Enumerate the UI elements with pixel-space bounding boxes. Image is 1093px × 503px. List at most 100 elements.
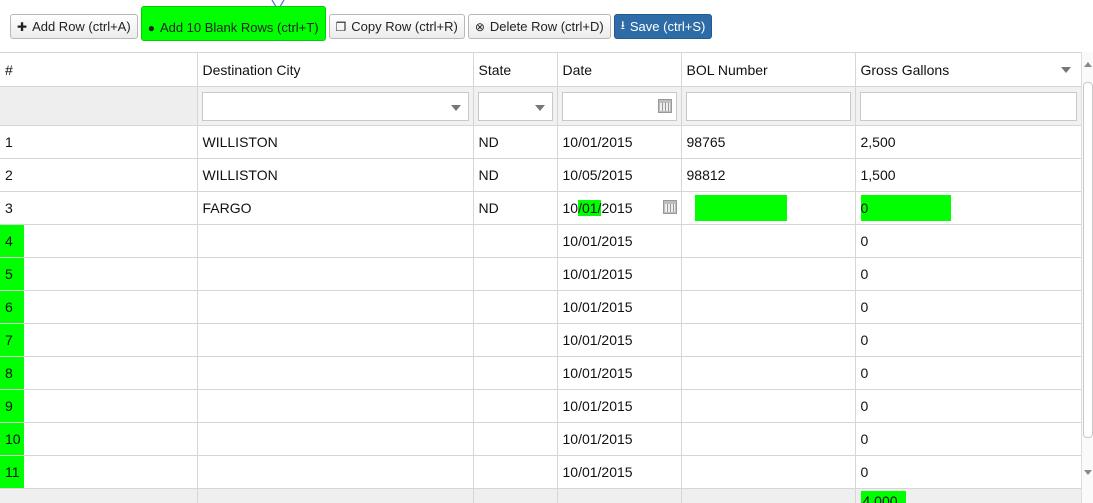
table-row[interactable]: 3 FARGO ND 10/01/2015 0: [0, 191, 1082, 225]
data-grid: # Destination City State Date BOL Number…: [0, 52, 1093, 503]
bol-number-cell[interactable]: [681, 422, 856, 456]
scrollbar-thumb[interactable]: [1083, 82, 1093, 438]
table-row[interactable]: 9 10/01/2015 0: [0, 389, 1082, 423]
copy-row-button[interactable]: ❐ Copy Row (ctrl+R): [328, 14, 465, 39]
table-row[interactable]: 7 10/01/2015 0: [0, 323, 1082, 357]
bol-number-cell[interactable]: [681, 389, 856, 423]
state-cell[interactable]: [473, 290, 558, 324]
destination-city-cell[interactable]: [197, 323, 474, 357]
column-header-bol-number[interactable]: BOL Number: [681, 52, 856, 87]
scroll-up-icon[interactable]: [1084, 62, 1092, 67]
column-header-gross-gallons[interactable]: Gross Gallons: [855, 52, 1082, 87]
bol-number-cell[interactable]: [681, 323, 856, 357]
gross-gallons-cell[interactable]: 0: [855, 356, 1082, 390]
filter-cell-date: [557, 86, 682, 126]
column-header-destination-city[interactable]: Destination City: [197, 52, 474, 87]
date-cell[interactable]: 10/01/2015: [557, 125, 682, 159]
destination-city-cell[interactable]: WILLISTON: [197, 158, 474, 192]
column-header-state[interactable]: State: [473, 52, 558, 87]
calendar-icon[interactable]: [662, 200, 677, 214]
chevron-down-icon[interactable]: [1060, 67, 1071, 73]
column-header-number[interactable]: #: [0, 52, 198, 87]
add-row-button[interactable]: ✚ Add Row (ctrl+A): [10, 14, 138, 39]
date-cell[interactable]: 10/01/2015: [557, 422, 682, 456]
bol-filter-input[interactable]: [685, 91, 851, 121]
row-number-cell: 2: [0, 158, 198, 192]
bol-number-cell[interactable]: [681, 257, 856, 291]
state-cell[interactable]: [473, 257, 558, 291]
bol-number-cell[interactable]: 98765: [681, 125, 856, 159]
toolbar: ✚ Add Row (ctrl+A) ● Add 10 Blank Rows (…: [10, 6, 713, 41]
state-cell[interactable]: ND: [473, 158, 558, 192]
column-header-date[interactable]: Date: [557, 52, 682, 87]
calendar-icon[interactable]: [657, 98, 672, 113]
delete-row-button[interactable]: ⊗ Delete Row (ctrl+D): [467, 14, 611, 39]
gross-gallons-cell[interactable]: 0: [855, 389, 1082, 423]
gross-gallons-cell[interactable]: 2,500: [855, 125, 1082, 159]
gross-gallons-cell[interactable]: 0: [855, 290, 1082, 324]
vertical-scrollbar[interactable]: [1081, 52, 1093, 503]
table-row[interactable]: 8 10/01/2015 0: [0, 356, 1082, 390]
gross-gallons-cell[interactable]: 0: [855, 455, 1082, 489]
gross-gallons-cell[interactable]: 0: [855, 323, 1082, 357]
date-cell[interactable]: 10/01/2015: [557, 455, 682, 489]
table-row[interactable]: 1 WILLISTON ND 10/01/2015 98765 2,500: [0, 125, 1082, 159]
city-filter-select[interactable]: [201, 91, 469, 121]
state-filter-select[interactable]: [477, 91, 553, 121]
state-cell[interactable]: [473, 224, 558, 258]
save-button[interactable]: ⭳ Save (ctrl+S): [613, 14, 713, 39]
gross-gallons-cell[interactable]: 0: [855, 191, 1082, 225]
row-number-cell: 1: [0, 125, 198, 159]
destination-city-cell[interactable]: FARGO: [197, 191, 474, 225]
row-number-cell: 7: [0, 323, 198, 357]
destination-city-cell[interactable]: [197, 422, 474, 456]
destination-city-cell[interactable]: [197, 356, 474, 390]
table-row[interactable]: 6 10/01/2015 0: [0, 290, 1082, 324]
destination-city-cell[interactable]: [197, 224, 474, 258]
destination-city-cell[interactable]: [197, 290, 474, 324]
table-row[interactable]: 10 10/01/2015 0: [0, 422, 1082, 456]
date-filter-input[interactable]: [561, 91, 677, 121]
state-cell[interactable]: [473, 356, 558, 390]
date-cell[interactable]: 10/01/2015: [557, 290, 682, 324]
date-cell-editing[interactable]: 10/01/2015: [557, 191, 682, 225]
footer-cell: [0, 488, 198, 503]
state-cell[interactable]: ND: [473, 125, 558, 159]
destination-city-cell[interactable]: [197, 455, 474, 489]
gallons-filter-input[interactable]: [859, 91, 1077, 121]
state-cell[interactable]: [473, 323, 558, 357]
date-cell[interactable]: 10/01/2015: [557, 389, 682, 423]
add-10-blank-rows-button[interactable]: ● Add 10 Blank Rows (ctrl+T): [140, 6, 326, 41]
state-cell[interactable]: [473, 422, 558, 456]
gross-gallons-cell[interactable]: 0: [855, 257, 1082, 291]
table-row[interactable]: 5 10/01/2015 0: [0, 257, 1082, 291]
bol-number-cell[interactable]: [681, 224, 856, 258]
table-row[interactable]: 11 10/01/2015 0: [0, 455, 1082, 489]
date-cell[interactable]: 10/01/2015: [557, 323, 682, 357]
destination-city-cell[interactable]: [197, 257, 474, 291]
destination-city-cell[interactable]: [197, 389, 474, 423]
gross-gallons-cell[interactable]: 0: [855, 224, 1082, 258]
bol-number-cell[interactable]: [681, 356, 856, 390]
filter-cell-number: [0, 86, 198, 126]
destination-city-cell[interactable]: WILLISTON: [197, 125, 474, 159]
scroll-down-icon[interactable]: [1084, 470, 1092, 475]
bol-number-cell[interactable]: [681, 455, 856, 489]
state-cell[interactable]: [473, 389, 558, 423]
bol-number-cell[interactable]: [681, 290, 856, 324]
date-cell[interactable]: 10/01/2015: [557, 356, 682, 390]
table-row[interactable]: 4 10/01/2015 0: [0, 224, 1082, 258]
state-cell[interactable]: ND: [473, 191, 558, 225]
table-row[interactable]: 2 WILLISTON ND 10/05/2015 98812 1,500: [0, 158, 1082, 192]
download-icon: ⭳: [620, 18, 625, 32]
bol-number-cell[interactable]: 98812: [681, 158, 856, 192]
gross-gallons-cell[interactable]: 0: [855, 422, 1082, 456]
date-cell[interactable]: 10/01/2015: [557, 224, 682, 258]
state-cell[interactable]: [473, 455, 558, 489]
date-cell[interactable]: 10/01/2015: [557, 257, 682, 291]
date-cell[interactable]: 10/05/2015: [557, 158, 682, 192]
bol-number-cell[interactable]: [681, 191, 856, 225]
gross-gallons-cell[interactable]: 1,500: [855, 158, 1082, 192]
date-edit-input[interactable]: 10/01/2015: [563, 200, 633, 216]
bol-highlight: [694, 195, 787, 221]
